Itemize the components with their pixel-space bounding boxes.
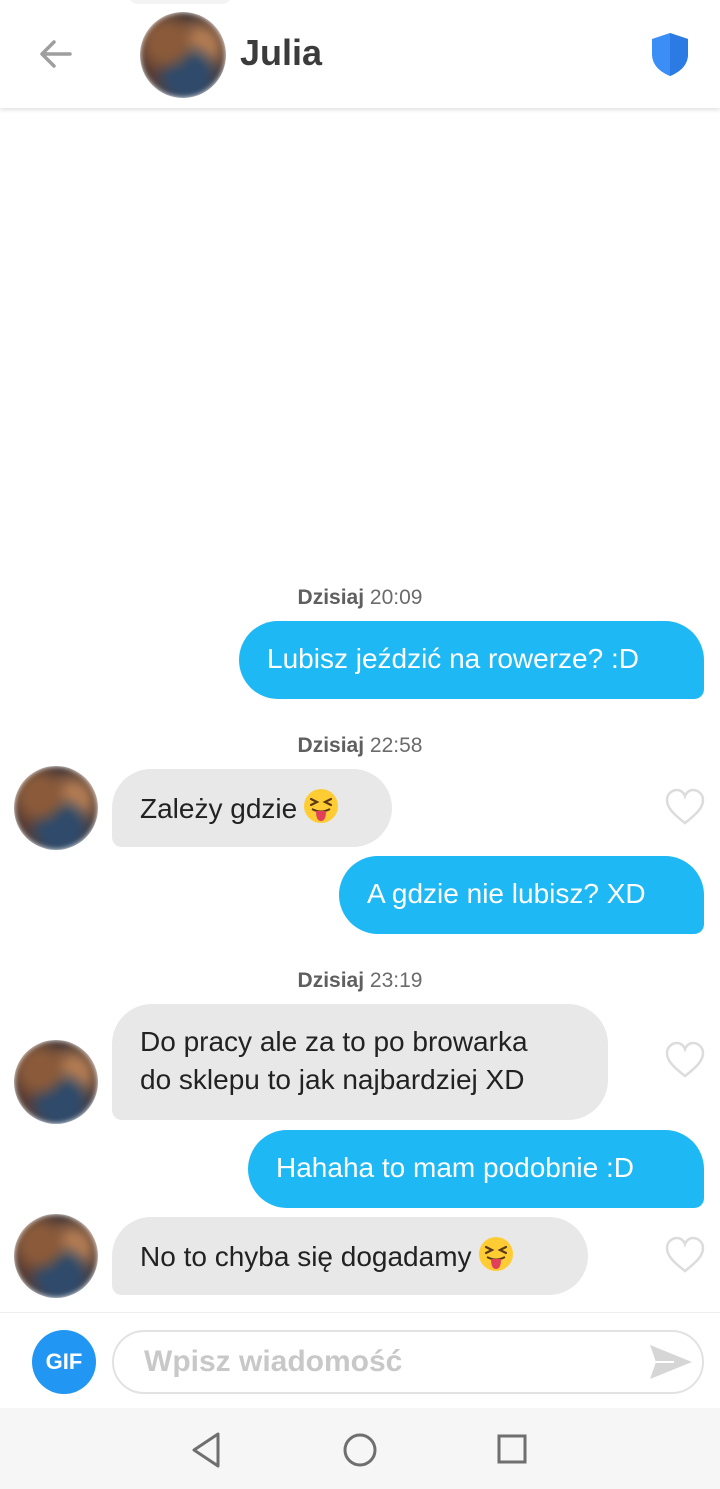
- nav-recents-button[interactable]: [496, 1433, 528, 1465]
- safety-button[interactable]: [648, 30, 692, 78]
- like-button[interactable]: [664, 788, 706, 826]
- message-input[interactable]: [112, 1330, 704, 1394]
- shield-icon: [652, 33, 688, 76]
- contact-name[interactable]: Julia: [240, 32, 322, 74]
- back-button[interactable]: [36, 34, 76, 74]
- message-avatar[interactable]: [14, 1040, 98, 1124]
- gif-button[interactable]: GIF: [32, 1330, 96, 1394]
- heart-outline-icon: [665, 1236, 705, 1273]
- nav-home-icon: [343, 1433, 377, 1467]
- outgoing-message[interactable]: A gdzie nie lubisz? XD: [339, 856, 704, 934]
- timestamp: Dzisiaj 23:19: [297, 969, 423, 992]
- message-line: Do pracy ale za to po browarka: [140, 1026, 528, 1057]
- send-button[interactable]: [648, 1343, 694, 1381]
- nav-recents-icon: [497, 1434, 527, 1464]
- squinting-face-with-tongue-icon: [304, 789, 339, 823]
- outgoing-message[interactable]: Hahaha to mam podobnie :D: [248, 1130, 704, 1208]
- incoming-message[interactable]: Do pracy ale za to po browarka do sklepu…: [112, 1004, 608, 1120]
- nav-back-button[interactable]: [188, 1430, 224, 1470]
- top-peek-decoration: [128, 0, 232, 4]
- contact-avatar[interactable]: [140, 12, 226, 98]
- message-line: do sklepu to jak najbardziej XD: [140, 1064, 525, 1095]
- heart-outline-icon: [665, 788, 705, 825]
- nav-home-button[interactable]: [342, 1432, 378, 1468]
- timestamp: Dzisiaj 22:58: [297, 734, 423, 757]
- incoming-message[interactable]: Zależy gdzie: [112, 769, 392, 847]
- incoming-message[interactable]: No to chyba się dogadamy: [112, 1217, 588, 1295]
- message-avatar[interactable]: [14, 766, 98, 850]
- chat-header: Julia: [0, 0, 720, 108]
- squinting-face-with-tongue-icon: [478, 1237, 513, 1271]
- message-avatar[interactable]: [14, 1214, 98, 1298]
- heart-outline-icon: [665, 1041, 705, 1078]
- system-navbar: [0, 1408, 720, 1489]
- like-button[interactable]: [664, 1041, 706, 1079]
- like-button[interactable]: [664, 1236, 706, 1274]
- outgoing-message[interactable]: Lubisz jeździć na rowerze? :D: [239, 621, 704, 699]
- timestamp: Dzisiaj 20:09: [297, 586, 423, 609]
- nav-back-icon: [192, 1432, 220, 1468]
- send-icon: [650, 1345, 692, 1379]
- arrow-left-icon: [40, 40, 72, 68]
- message-composer: GIF: [0, 1312, 720, 1409]
